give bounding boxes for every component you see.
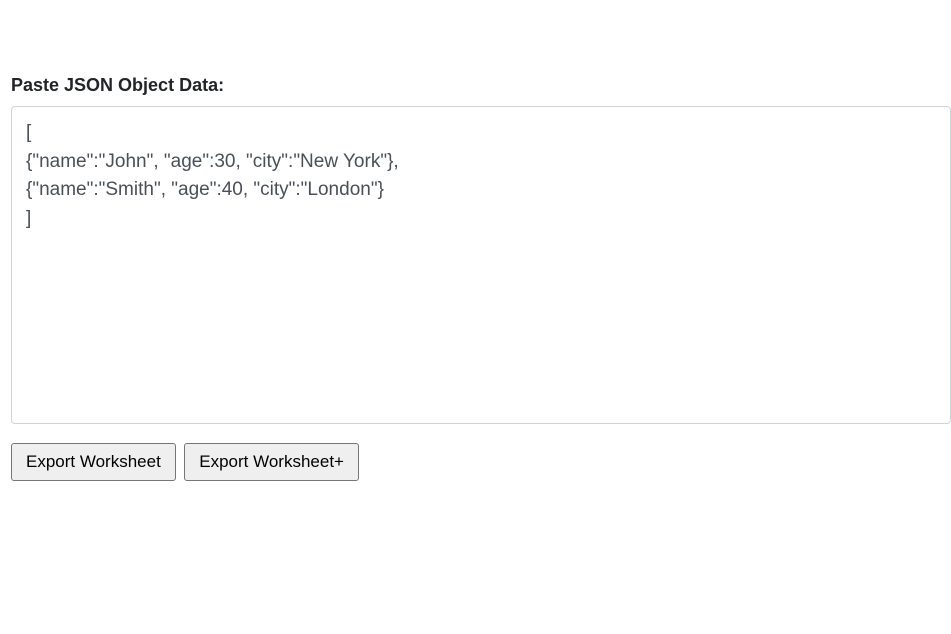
json-input-label: Paste JSON Object Data: bbox=[11, 75, 951, 96]
main-container: Paste JSON Object Data: Export Worksheet… bbox=[0, 75, 951, 481]
export-worksheet-plus-button[interactable]: Export Worksheet+ bbox=[184, 443, 359, 481]
export-worksheet-button[interactable]: Export Worksheet bbox=[11, 443, 176, 481]
json-input-textarea[interactable] bbox=[11, 106, 951, 424]
button-row: Export Worksheet Export Worksheet+ bbox=[11, 443, 951, 481]
